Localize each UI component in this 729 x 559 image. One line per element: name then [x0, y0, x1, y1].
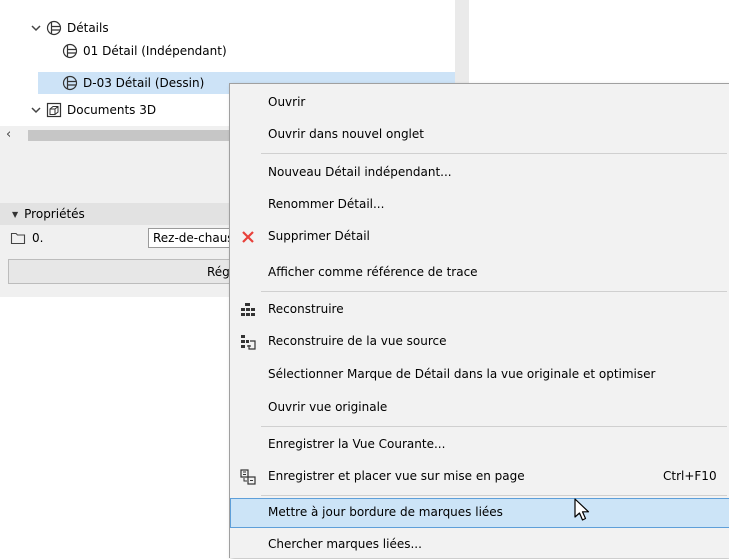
menu-item-rebuild-from-source[interactable]: Reconstruire de la vue source: [231, 328, 729, 356]
scrollbar-thumb[interactable]: [28, 130, 229, 141]
menu-item-label: Renommer Détail...: [268, 197, 385, 211]
menu-item-label: Reconstruire de la vue source: [268, 334, 447, 348]
menu-item-new-independent-detail[interactable]: Nouveau Détail indépendant...: [231, 159, 729, 187]
menu-item-open-new-tab[interactable]: Ouvrir dans nouvel onglet: [231, 121, 729, 149]
tree-item-details[interactable]: Détails: [30, 17, 109, 39]
menu-item-label: Enregistrer la Vue Courante...: [268, 437, 446, 451]
detail-icon: [62, 75, 78, 91]
delete-x-icon: [242, 231, 254, 243]
menu-item-delete-detail[interactable]: Supprimer Détail: [231, 223, 729, 251]
menu-item-label: Nouveau Détail indépendant...: [268, 165, 452, 179]
tree-item-detail-01[interactable]: 01 Détail (Indépendant): [62, 40, 227, 62]
menu-item-shortcut: Ctrl+F10: [663, 469, 717, 483]
tree-item-label: 01 Détail (Indépendant): [83, 44, 227, 58]
mouse-cursor-icon: [574, 498, 590, 521]
menu-item-label: Ouvrir dans nouvel onglet: [268, 127, 424, 141]
menu-item-label: Reconstruire: [268, 302, 344, 316]
menu-item-save-current-view[interactable]: Enregistrer la Vue Courante...: [231, 431, 729, 459]
folder-icon: [10, 232, 26, 245]
menu-item-save-and-place-on-layout[interactable]: Enregistrer et placer vue sur mise en pa…: [231, 463, 729, 491]
chevron-down-icon[interactable]: [30, 104, 42, 116]
menu-item-label: Enregistrer et placer vue sur mise en pa…: [268, 469, 525, 483]
layer-id: 0.: [32, 231, 44, 245]
menu-item-label: Afficher comme référence de trace: [268, 265, 478, 279]
menu-item-label: Ouvrir vue originale: [268, 400, 388, 414]
detail-icon: [46, 20, 62, 36]
settings-button[interactable]: Réglages...: [8, 259, 229, 284]
menu-separator: [261, 426, 727, 427]
tree-item-label: Documents 3D: [67, 103, 157, 117]
menu-item-label: Sélectionner Marque de Détail dans la vu…: [268, 367, 656, 381]
rebuild-icon: [241, 303, 255, 316]
place-on-layout-icon: [240, 469, 256, 485]
menu-separator: [261, 153, 727, 154]
tree-item-label: D-03 Détail (Dessin): [83, 76, 205, 90]
document-3d-icon: [46, 102, 62, 118]
menu-item-find-linked-markers[interactable]: Chercher marques liées...: [231, 531, 729, 559]
menu-item-label: Supprimer Détail: [268, 229, 370, 243]
tree-item-documents-3d[interactable]: Documents 3D: [30, 99, 156, 121]
menu-item-open[interactable]: Ouvrir: [231, 89, 729, 117]
menu-separator: [261, 291, 727, 292]
collapse-triangle-icon[interactable]: ▼: [12, 210, 18, 219]
menu-item-rename-detail[interactable]: Renommer Détail...: [231, 191, 729, 219]
settings-button-label: Réglages...: [207, 265, 229, 279]
menu-item-label: Chercher marques liées...: [268, 537, 422, 551]
menu-item-label: Mettre à jour bordure de marques liées: [268, 505, 503, 519]
rebuild-from-source-icon: [241, 335, 256, 350]
menu-separator: [261, 495, 727, 496]
context-menu: Ouvrir Ouvrir dans nouvel onglet Nouveau…: [229, 83, 729, 558]
menu-item-show-as-trace[interactable]: Afficher comme référence de trace: [231, 259, 729, 287]
menu-item-open-original-view[interactable]: Ouvrir vue originale: [231, 394, 729, 422]
properties-header[interactable]: ▼ Propriétés: [0, 203, 229, 225]
menu-item-rebuild[interactable]: Reconstruire: [231, 296, 729, 324]
scroll-left-arrow-icon[interactable]: ‹: [6, 127, 11, 142]
chevron-down-icon[interactable]: [30, 22, 42, 34]
menu-item-label: Ouvrir: [268, 95, 306, 109]
detail-icon: [62, 43, 78, 59]
menu-item-update-linked-markers-border[interactable]: Mettre à jour bordure de marques liées: [230, 498, 729, 528]
menu-item-select-detail-marker[interactable]: Sélectionner Marque de Détail dans la vu…: [231, 361, 729, 389]
tree-item-label: Détails: [67, 21, 109, 35]
properties-title: Propriétés: [24, 207, 85, 221]
story-select[interactable]: Rez-de-chaussée: [148, 228, 229, 248]
horizontal-scrollbar[interactable]: ‹: [0, 126, 229, 144]
